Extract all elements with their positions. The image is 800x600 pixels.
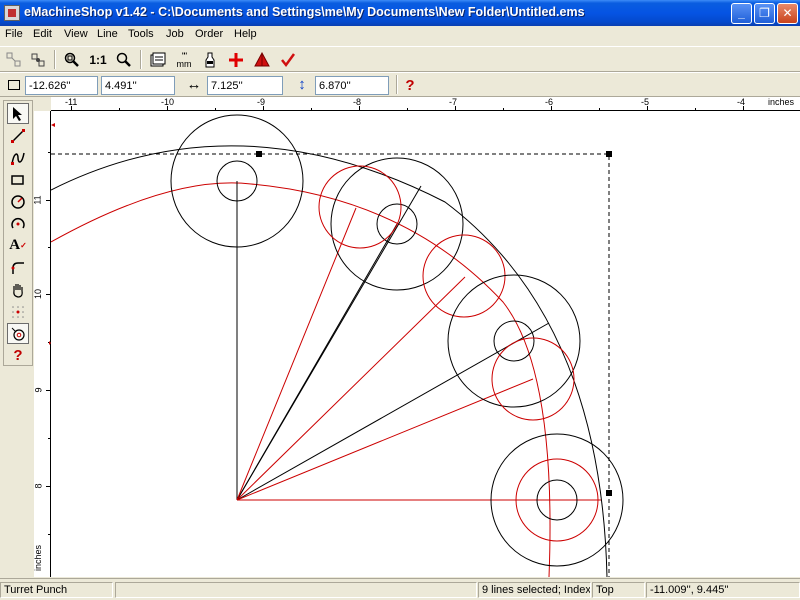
curve-tool-icon[interactable] — [7, 147, 29, 168]
menu-tools[interactable]: Tools — [128, 28, 154, 40]
drawing-canvas[interactable] — [51, 111, 800, 577]
ruler-tick-label: -8 — [353, 97, 362, 107]
menu-edit[interactable]: Edit — [33, 28, 52, 40]
fillet-tool-icon[interactable] — [7, 257, 29, 278]
app-icon[interactable] — [4, 5, 20, 21]
ruler-tick-label: -11 — [65, 97, 78, 107]
radial-line[interactable] — [236, 322, 550, 501]
menu-bar: File Edit View Line Tools Job Order Help — [0, 26, 800, 45]
ruler-unit-label: inches — [33, 544, 44, 572]
origin-marker — [51, 123, 55, 127]
toolbar-separator — [396, 75, 398, 94]
ruler-tick-label: -6 — [545, 97, 554, 107]
ruler-tick-label: 8 — [33, 483, 44, 489]
radial-red-line[interactable] — [236, 207, 357, 501]
ruler-tick-label: -7 — [449, 97, 458, 107]
punch-red-circle[interactable] — [422, 234, 506, 318]
properties-icon[interactable] — [147, 49, 169, 71]
menu-file[interactable]: File — [5, 28, 23, 40]
ruler-tick-label: 9 — [33, 387, 44, 393]
rectangle-tool-icon[interactable] — [7, 169, 29, 190]
help-icon[interactable]: ? — [399, 74, 421, 96]
group-icon[interactable] — [3, 49, 25, 71]
drawing-toolbox: A ✓ ? — [3, 100, 33, 366]
selection-handle[interactable] — [606, 490, 612, 496]
select-arrow-icon[interactable] — [7, 103, 29, 124]
status-view: Top — [592, 582, 645, 598]
check-icon[interactable] — [277, 49, 299, 71]
width-icon: ↔ — [186, 75, 202, 93]
maximize-button[interactable]: ❐ — [754, 3, 775, 24]
vertical-ruler: 11 10 9 8 inches — [32, 111, 51, 577]
inner-red-arc[interactable] — [51, 182, 551, 577]
status-empty — [115, 582, 477, 598]
drawing-svg[interactable] — [51, 111, 800, 577]
text-tool-icon[interactable]: A ✓ — [7, 235, 29, 256]
horizontal-ruler: -11 -10 -9 -8 -7 -6 -5 -4 inches — [51, 97, 800, 111]
zoom-icon[interactable] — [113, 49, 135, 71]
main-toolbar: 1:1 "" mm — [0, 46, 800, 72]
toolbox-help-icon[interactable]: ? — [7, 345, 29, 366]
app-window: eMachineShop v1.42 - C:\Documents and Se… — [0, 0, 800, 600]
width-input[interactable] — [207, 76, 283, 95]
zoom-actual-button[interactable]: 1:1 — [87, 49, 109, 71]
ungroup-icon[interactable] — [27, 49, 49, 71]
radial-red-line[interactable] — [236, 276, 466, 501]
ruler-tick-label: -4 — [737, 97, 746, 107]
grid-snap-icon[interactable] — [7, 301, 29, 322]
ruler-tick-label: -10 — [161, 97, 175, 107]
selection-box — [51, 153, 610, 577]
material-icon[interactable] — [199, 49, 221, 71]
dimension-toolbar: ↔ ↕ ? — [0, 72, 800, 97]
menu-order[interactable]: Order — [195, 28, 223, 40]
toolbar-separator — [140, 50, 142, 69]
radial-red-line[interactable] — [236, 378, 534, 501]
minimize-button[interactable]: _ — [731, 3, 752, 24]
menu-job[interactable]: Job — [166, 28, 184, 40]
toolbar-separator — [54, 50, 56, 69]
turret-punch-icon[interactable] — [7, 323, 29, 344]
outer-arc[interactable] — [51, 145, 608, 577]
ruler-unit-label: inches — [768, 97, 795, 107]
zoom-fit-icon[interactable] — [61, 49, 83, 71]
ruler-tick-label: -9 — [257, 97, 266, 107]
menu-line[interactable]: Line — [97, 28, 118, 40]
status-selection: 9 lines selected; Index — [478, 582, 591, 598]
height-input[interactable] — [315, 76, 389, 95]
status-bar: Turret Punch 9 lines selected; Index Top… — [0, 578, 800, 600]
y-position-input[interactable] — [101, 76, 175, 95]
circle-tool-icon[interactable] — [7, 191, 29, 212]
crosshair-icon[interactable] — [225, 49, 247, 71]
rectangle-icon — [3, 74, 25, 96]
menu-help[interactable]: Help — [234, 28, 257, 40]
selection-handle[interactable] — [606, 151, 612, 157]
menu-view[interactable]: View — [64, 28, 88, 40]
height-icon: ↕ — [298, 75, 306, 93]
status-mode: Turret Punch — [0, 582, 113, 598]
selection-handle[interactable] — [256, 151, 262, 157]
arc-tool-icon[interactable] — [7, 213, 29, 234]
units-button[interactable]: "" mm — [173, 49, 195, 71]
close-button[interactable]: ✕ — [777, 3, 798, 24]
status-coordinates: -11.009'', 9.445'' — [646, 582, 800, 598]
ruler-tick-label: 11 — [32, 195, 43, 205]
3d-view-icon[interactable] — [251, 49, 273, 71]
units-mm-label: mm — [176, 59, 192, 69]
pan-hand-icon[interactable] — [7, 279, 29, 300]
title-bar[interactable]: eMachineShop v1.42 - C:\Documents and Se… — [0, 0, 800, 26]
ruler-tick-label: -5 — [641, 97, 650, 107]
ruler-tick-label: 10 — [33, 288, 44, 300]
line-tool-icon[interactable] — [7, 125, 29, 146]
x-position-input[interactable] — [25, 76, 98, 95]
window-title: eMachineShop v1.42 - C:\Documents and Se… — [24, 5, 585, 19]
